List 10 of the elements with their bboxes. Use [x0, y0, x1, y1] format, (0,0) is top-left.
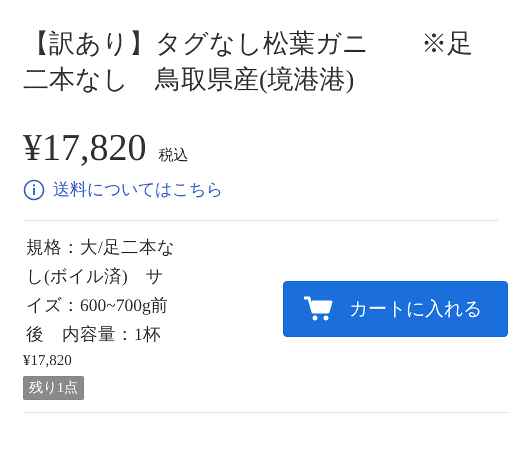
tax-note: 税込 [158, 146, 188, 165]
variant-description: 規格：大/足二本なし(ボイル済) サイズ：600~700g前後 内容量：1杯 [26, 236, 176, 346]
product-title: 【訳あり】タグなし松葉ガニ ※足二本なし 鳥取県産(境港港) [23, 28, 474, 96]
variant-price: ¥17,820 [23, 352, 73, 370]
info-icon [23, 178, 45, 200]
add-to-cart-button[interactable]: カートに入れる [283, 281, 508, 337]
product-price: ¥17,820 [23, 126, 146, 170]
shipping-link[interactable]: 送料についてはこちら [23, 178, 223, 201]
cart-icon [303, 296, 333, 322]
stock-badge: 残り1点 [23, 376, 84, 400]
